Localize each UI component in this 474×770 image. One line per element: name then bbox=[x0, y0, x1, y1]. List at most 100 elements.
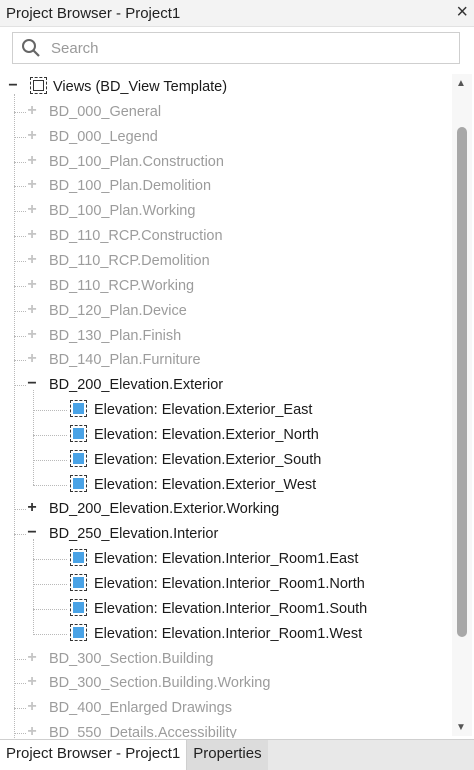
expand-icon[interactable]: + bbox=[25, 177, 39, 195]
tree-connector bbox=[33, 559, 67, 561]
tree-leaf-view[interactable]: Elevation: Elevation.Exterior_East bbox=[0, 398, 452, 422]
views-icon bbox=[30, 77, 47, 94]
tree-connector bbox=[33, 434, 67, 436]
tree-node[interactable]: + BD_200_Elevation.Exterior.Working bbox=[0, 497, 452, 521]
tree-node-label: BD_200_Elevation.Exterior bbox=[49, 377, 224, 394]
vertical-scrollbar[interactable]: ▲ ▼ bbox=[452, 74, 472, 736]
expand-icon[interactable]: + bbox=[25, 227, 39, 245]
expand-icon[interactable]: + bbox=[25, 152, 39, 171]
tree-node-label: BD_300_Section.Building bbox=[49, 650, 214, 667]
tree-root-label: Views (BD_View Template) bbox=[53, 79, 228, 95]
expand-icon[interactable]: + bbox=[25, 699, 39, 717]
tree-connector bbox=[33, 410, 67, 412]
project-browser-tree: − Views (BD_View Template) + BD_000_General… bbox=[0, 74, 452, 738]
tree-node-label: BD_200_Elevation.Exterior.Working bbox=[49, 501, 280, 518]
tab-properties[interactable]: Properties bbox=[187, 740, 268, 770]
tree-node[interactable]: + BD_110_RCP.Demolition bbox=[0, 249, 452, 273]
expand-icon[interactable]: + bbox=[25, 674, 39, 692]
tree-leaf-label: Elevation: Elevation.Interior_Room1.Nort… bbox=[94, 576, 365, 592]
search-icon bbox=[22, 39, 40, 57]
tree-node[interactable]: − BD_200_Elevation.Exterior bbox=[0, 373, 452, 397]
expand-icon[interactable]: + bbox=[25, 500, 39, 518]
tree-node[interactable]: + BD_110_RCP.Construction bbox=[0, 224, 452, 248]
elevation-view-icon bbox=[70, 424, 87, 442]
expand-icon[interactable]: + bbox=[25, 649, 39, 668]
window-title: Project Browser - Project1 bbox=[6, 4, 181, 22]
tree-connector bbox=[33, 633, 67, 635]
tab-project-browser[interactable]: Project Browser - Project1 bbox=[0, 740, 188, 770]
elevation-view-icon bbox=[70, 574, 87, 591]
elevation-view-icon bbox=[70, 474, 87, 492]
tree-node[interactable]: + BD_100_Plan.Demolition bbox=[0, 174, 452, 198]
tree-node-label: BD_140_Plan.Furniture bbox=[49, 352, 201, 369]
expand-icon[interactable]: + bbox=[25, 202, 39, 220]
expand-icon[interactable]: + bbox=[25, 102, 39, 121]
elevation-view-icon bbox=[70, 449, 87, 467]
tree-leaf-view[interactable]: Elevation: Elevation.Exterior_South bbox=[0, 448, 452, 472]
tree-connector bbox=[33, 584, 67, 585]
tree-leaf-label: Elevation: Elevation.Exterior_North bbox=[94, 426, 319, 443]
tree-node[interactable]: + BD_300_Section.Building.Working bbox=[0, 671, 452, 695]
tree-node[interactable]: + BD_100_Plan.Construction bbox=[0, 150, 452, 174]
scrollbar-thumb[interactable] bbox=[457, 127, 467, 637]
elevation-view-icon bbox=[70, 623, 87, 641]
tree-node[interactable]: + BD_000_General bbox=[0, 100, 452, 124]
tree-node[interactable]: + BD_400_Enlarged Drawings bbox=[0, 696, 452, 720]
tree-leaf-label: Elevation: Elevation.Exterior_West bbox=[94, 476, 317, 493]
close-icon[interactable]: × bbox=[456, 1, 468, 23]
tree-node[interactable]: + BD_300_Section.Building bbox=[0, 647, 452, 671]
title-bar: Project Browser - Project1 × bbox=[0, 0, 474, 27]
tree-node-label: BD_400_Enlarged Drawings bbox=[49, 700, 232, 717]
tree-node[interactable]: + BD_100_Plan.Working bbox=[0, 199, 452, 223]
tree-node-label: BD_100_Plan.Working bbox=[49, 203, 196, 220]
collapse-icon[interactable]: − bbox=[25, 376, 39, 394]
tree-node[interactable]: + BD_140_Plan.Furniture bbox=[0, 348, 452, 372]
expand-icon[interactable]: + bbox=[25, 351, 39, 369]
tree-leaf-view[interactable]: Elevation: Elevation.Interior_Room1.East bbox=[0, 547, 452, 571]
expand-icon[interactable]: + bbox=[25, 301, 39, 320]
tree-node-label: BD_110_RCP.Working bbox=[49, 277, 195, 294]
tree-node[interactable]: + BD_120_Plan.Device bbox=[0, 299, 452, 323]
expand-icon[interactable]: + bbox=[25, 724, 39, 738]
scroll-down-icon[interactable]: ▼ bbox=[456, 722, 466, 733]
tree-leaf-view[interactable]: Elevation: Elevation.Interior_Room1.Nort… bbox=[0, 572, 452, 596]
tree-root-views[interactable]: − Views (BD_View Template) bbox=[0, 75, 452, 99]
tree-connector bbox=[33, 608, 67, 610]
tree-leaf-label: Elevation: Elevation.Interior_Room1.East bbox=[94, 551, 359, 568]
tree-leaf-view[interactable]: Elevation: Elevation.Interior_Room1.Sout… bbox=[0, 597, 452, 621]
tree-node-label: BD_100_Plan.Construction bbox=[49, 153, 224, 170]
elevation-view-icon bbox=[70, 400, 87, 418]
tree-node[interactable]: + BD_000_Legend bbox=[0, 125, 452, 149]
tree-node[interactable]: + BD_130_Plan.Finish bbox=[0, 324, 452, 348]
tree-leaf-view[interactable]: Elevation: Elevation.Interior_Room1.West bbox=[0, 622, 452, 646]
tree-node-label: BD_000_Legend bbox=[49, 128, 158, 145]
tree-leaf-label: Elevation: Elevation.Interior_Room1.Sout… bbox=[94, 600, 368, 617]
tree-node-label: BD_120_Plan.Device bbox=[49, 302, 187, 319]
collapse-icon[interactable]: − bbox=[25, 525, 39, 543]
tree-connector bbox=[33, 390, 34, 486]
tree-node[interactable]: + BD_110_RCP.Working bbox=[0, 274, 452, 298]
scroll-up-icon[interactable]: ▲ bbox=[456, 78, 466, 89]
tree-leaf-view[interactable]: Elevation: Elevation.Exterior_North bbox=[0, 423, 452, 447]
expand-icon[interactable]: + bbox=[25, 326, 39, 345]
collapse-icon[interactable]: − bbox=[6, 78, 20, 96]
panel-tabs: Project Browser - Project1 Properties bbox=[0, 739, 474, 770]
tree-node-label: BD_250_Elevation.Interior bbox=[49, 526, 219, 543]
tree-node-label: BD_000_General bbox=[49, 103, 162, 120]
tree-connector bbox=[14, 94, 15, 738]
expand-icon[interactable]: + bbox=[25, 127, 39, 146]
tree-leaf-label: Elevation: Elevation.Exterior_East bbox=[94, 402, 313, 419]
expand-icon[interactable]: + bbox=[25, 276, 39, 295]
search-box[interactable] bbox=[12, 32, 460, 64]
tree-connector bbox=[33, 539, 34, 635]
tree-connector bbox=[33, 484, 67, 486]
tree-node-label: BD_110_RCP.Demolition bbox=[49, 252, 210, 269]
tree-node-label: BD_130_Plan.Finish bbox=[49, 327, 182, 344]
tree-node[interactable]: + BD_550_Details.Accessibility bbox=[0, 721, 452, 738]
expand-icon[interactable]: + bbox=[25, 251, 39, 270]
tree-node-label: BD_110_RCP.Construction bbox=[49, 228, 223, 245]
tree-leaf-view[interactable]: Elevation: Elevation.Exterior_West bbox=[0, 473, 452, 497]
search-input[interactable] bbox=[49, 38, 433, 58]
tree-node[interactable]: − BD_250_Elevation.Interior bbox=[0, 522, 452, 546]
tree-node-label: BD_550_Details.Accessibility bbox=[49, 725, 237, 738]
